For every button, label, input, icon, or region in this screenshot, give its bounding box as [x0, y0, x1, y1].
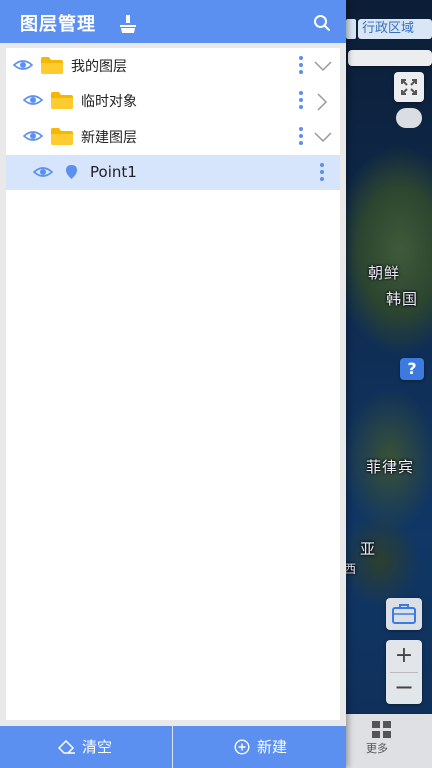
more-options-icon[interactable]: [319, 163, 325, 183]
more-label: 更多: [366, 742, 388, 755]
search-icon: [314, 15, 330, 31]
zoom-control: + −: [386, 640, 422, 704]
layer-tree: 我的图层 临时对象 新建图层 Point1: [6, 48, 340, 720]
map-pin-icon: [66, 165, 77, 179]
chevron-right-icon[interactable]: [316, 93, 328, 111]
clean-button[interactable]: [117, 14, 139, 38]
map-label-south-korea: 韩国: [386, 290, 419, 308]
briefcase-icon: [392, 604, 416, 624]
compass-icon[interactable]: [396, 108, 422, 128]
more-button[interactable]: 更多: [346, 714, 432, 768]
map-label-asia: 亚: [360, 540, 377, 558]
new-label: 新建: [257, 738, 288, 756]
eye-icon[interactable]: [33, 165, 53, 179]
fullscreen-button[interactable]: [394, 72, 424, 102]
map-tag-edge: [346, 19, 356, 39]
map-label-philippines: 菲律宾: [366, 458, 415, 476]
map-toolbar-strip: [348, 50, 432, 66]
region-tag[interactable]: 行政区域: [358, 19, 432, 39]
eye-icon[interactable]: [23, 93, 43, 107]
eye-icon[interactable]: [23, 129, 43, 143]
folder-icon: [51, 92, 73, 109]
chevron-down-icon[interactable]: [314, 131, 332, 143]
more-options-icon[interactable]: [298, 127, 304, 147]
chevron-down-icon[interactable]: [314, 60, 332, 72]
layer-label: Point1: [90, 163, 137, 181]
folder-icon: [51, 128, 73, 145]
zoom-out-button[interactable]: −: [386, 673, 422, 704]
brush-icon: [120, 15, 136, 33]
page-title: 图层管理: [20, 14, 96, 35]
grid-icon: [372, 721, 391, 738]
layer-row-point1[interactable]: Point1: [6, 155, 340, 190]
clear-button[interactable]: 清空: [0, 726, 172, 768]
panel-header: 图层管理: [0, 0, 346, 43]
eye-icon[interactable]: [13, 58, 33, 72]
clear-label: 清空: [82, 738, 113, 756]
new-button[interactable]: 新建: [173, 726, 346, 768]
expand-icon: [401, 79, 417, 95]
layer-row-new-layer[interactable]: 新建图层: [6, 119, 340, 154]
panel-footer: 清空 新建: [0, 726, 346, 768]
more-options-icon[interactable]: [298, 91, 304, 111]
layer-label: 新建图层: [81, 130, 137, 146]
eraser-icon: [58, 740, 75, 754]
layer-row-my-layers[interactable]: 我的图层: [6, 48, 340, 83]
map-label-north-korea: 朝鲜: [368, 264, 401, 282]
search-button[interactable]: [313, 14, 331, 36]
layer-label: 临时对象: [81, 94, 137, 110]
more-options-icon[interactable]: [298, 56, 304, 76]
help-button[interactable]: ?: [400, 358, 424, 380]
layer-row-temp-objects[interactable]: 临时对象: [6, 83, 340, 118]
help-icon: ?: [407, 359, 417, 378]
layer-panel: 图层管理 我的图层 临时对象 新建图层 Point1 清空 新建: [0, 0, 346, 768]
toolbox-button[interactable]: [386, 598, 422, 630]
zoom-in-button[interactable]: +: [386, 640, 422, 672]
folder-icon: [41, 57, 63, 74]
layer-label: 我的图层: [71, 59, 127, 75]
add-circle-icon: [234, 739, 250, 755]
